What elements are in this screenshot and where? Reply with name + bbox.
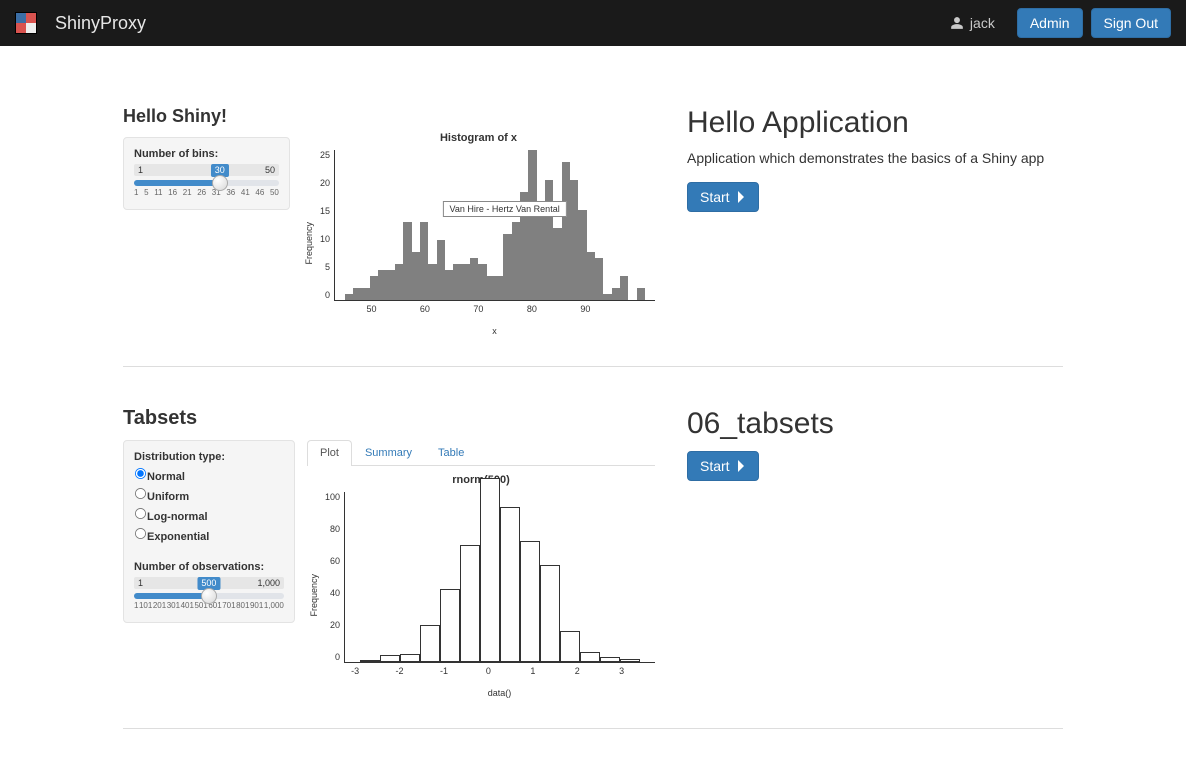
histogram-chart: Histogram of x Frequency 2520151050 Van … — [302, 132, 655, 336]
app-row-tabsets: Tabsets Distribution type: Normal Uniform… — [123, 366, 1063, 728]
brand-title: ShinyProxy — [55, 13, 146, 34]
radio-log-normal[interactable]: Log-normal — [134, 507, 284, 523]
radio-uniform[interactable]: Uniform — [134, 487, 284, 503]
app-list: Hello Shiny! Number of bins: 1 50 30 — [123, 46, 1063, 769]
app-title: 06_tabsets — [687, 407, 1063, 441]
app-title: Hello Application — [687, 106, 1063, 140]
chevron-right-icon — [736, 190, 746, 204]
slider-label: Number of observations: — [134, 561, 284, 573]
tab-table[interactable]: Table — [425, 440, 477, 465]
slider-label: Number of bins: — [134, 148, 279, 160]
radio-group-label: Distribution type: — [134, 451, 284, 463]
user-indicator: jack — [950, 15, 995, 31]
app-thumb-tabsets: Distribution type: Normal Uniform Log-norm… — [123, 440, 655, 698]
username: jack — [970, 15, 995, 31]
radio-exponential[interactable]: Exponential — [134, 527, 284, 543]
app-thumb-hello: Hello Shiny! Number of bins: 1 50 30 — [123, 106, 655, 336]
admin-button[interactable]: Admin — [1017, 8, 1083, 38]
app-desc: Application which demonstrates the basic… — [687, 150, 1063, 166]
user-icon — [950, 16, 964, 30]
brand-logo — [15, 12, 37, 34]
obs-slider[interactable]: 1 1,000 500 1101201301401501601701801901… — [134, 577, 284, 610]
radio-normal[interactable]: Normal — [134, 467, 284, 483]
bins-slider[interactable]: 1 50 30 15111621263136414650 — [134, 164, 279, 197]
chevron-right-icon — [736, 459, 746, 473]
tabset: PlotSummaryTable — [307, 440, 655, 466]
thumb-heading: Tabsets — [123, 407, 655, 430]
app-row-hello: Hello Shiny! Number of bins: 1 50 30 — [123, 66, 1063, 366]
thumb-heading: Hello Shiny! — [123, 106, 290, 127]
sidebar-panel: Distribution type: Normal Uniform Log-norm… — [123, 440, 295, 623]
navbar: ShinyProxy jack Admin Sign Out — [0, 0, 1186, 46]
tab-summary[interactable]: Summary — [352, 440, 425, 465]
tab-plot[interactable]: Plot — [307, 440, 352, 466]
sidebar-panel: Number of bins: 1 50 30 1511162 — [123, 137, 290, 210]
start-button[interactable]: Start — [687, 182, 759, 212]
start-button[interactable]: Start — [687, 451, 759, 481]
rnorm-chart: rnorm(500) Frequency 100806040200 -3-2-1… — [307, 474, 655, 698]
signout-button[interactable]: Sign Out — [1091, 8, 1171, 38]
